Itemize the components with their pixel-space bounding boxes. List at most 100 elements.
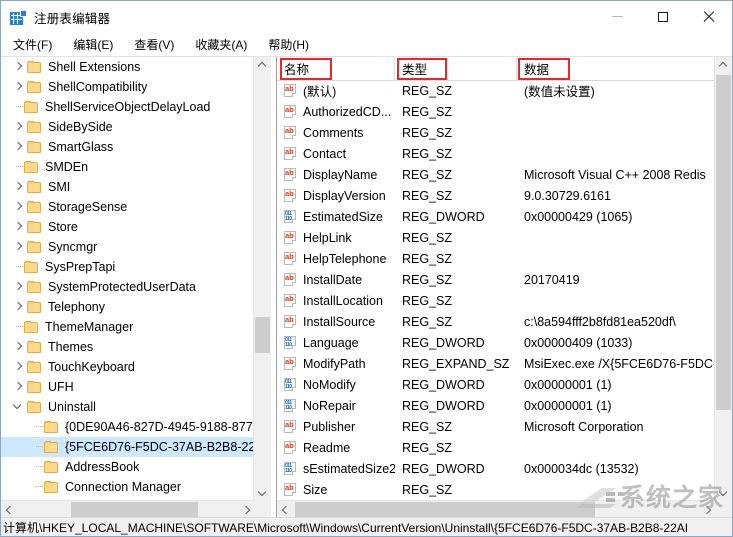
- column-header-type[interactable]: 类型: [395, 57, 517, 80]
- value-row[interactable]: 011 110 NoRepair REG_DWORD 0x00000001 (1): [277, 395, 715, 416]
- chevron-right-icon[interactable]: [11, 177, 27, 197]
- list-vertical-scrollbar[interactable]: [714, 57, 732, 501]
- status-bar: 计算机\HKEY_LOCAL_MACHINE\SOFTWARE\Microsof…: [1, 517, 732, 536]
- tree-item[interactable]: TouchKeyboard: [1, 357, 254, 377]
- tree-item[interactable]: Shell Extensions: [1, 57, 254, 77]
- tree-hscroll-thumb[interactable]: [71, 502, 198, 517]
- list-scroll-up-button[interactable]: [715, 57, 732, 74]
- tree-item[interactable]: StorageSense: [1, 197, 254, 217]
- value-name-cell: ab (默认): [277, 81, 395, 100]
- menu-file[interactable]: 文件(F): [9, 34, 63, 56]
- chevron-right-icon[interactable]: [11, 137, 27, 157]
- chevron-right-icon[interactable]: [11, 377, 27, 397]
- minimize-button[interactable]: [594, 1, 640, 32]
- value-row[interactable]: ab DisplayVersion REG_SZ 9.0.30729.6161: [277, 185, 715, 206]
- value-type: REG_DWORD: [402, 377, 485, 392]
- menu-favorites[interactable]: 收藏夹(A): [191, 34, 258, 56]
- tree-item[interactable]: SystemProtectedUserData: [1, 277, 254, 297]
- value-type: REG_SZ: [402, 314, 453, 329]
- string-value-icon: ab: [284, 357, 298, 370]
- value-row[interactable]: 011 110 Language REG_DWORD 0x00000409 (1033): [277, 332, 715, 353]
- tree-item[interactable]: UFH: [1, 377, 254, 397]
- list-scroll-left-button[interactable]: [277, 501, 294, 518]
- value-row[interactable]: ab InstallSource REG_SZ c:\8a594fff2b8fd81e…: [277, 311, 715, 332]
- tree-vertical-scrollbar[interactable]: [253, 57, 271, 501]
- list-scroll-right-button[interactable]: [698, 501, 715, 518]
- value-name: NoModify: [303, 377, 356, 392]
- value-row[interactable]: ab Publisher REG_SZ Microsoft Corporation: [277, 416, 715, 437]
- tree-item[interactable]: {5FCE6D76-F5DC-37AB-B2B8-22: [1, 437, 254, 457]
- tree-item[interactable]: Themes: [1, 337, 254, 357]
- tree-item[interactable]: Uninstall: [1, 397, 254, 417]
- tree-item[interactable]: SMI: [1, 177, 254, 197]
- tree-item[interactable]: SmartGlass: [1, 137, 254, 157]
- value-row[interactable]: ab Size REG_SZ: [277, 479, 715, 500]
- value-name: DisplayVersion: [303, 188, 386, 203]
- list-horizontal-scrollbar[interactable]: [277, 500, 715, 518]
- value-row[interactable]: ab InstallDate REG_SZ 20170419: [277, 269, 715, 290]
- value-data: 0x000034dc (13532): [524, 461, 639, 476]
- chevron-right-icon[interactable]: [11, 297, 27, 317]
- value-row[interactable]: ab Readme REG_SZ: [277, 437, 715, 458]
- chevron-right-icon[interactable]: [11, 237, 27, 257]
- menu-help[interactable]: 帮助(H): [264, 34, 320, 56]
- tree-item[interactable]: Store: [1, 217, 254, 237]
- value-row[interactable]: ab InstallLocation REG_SZ: [277, 290, 715, 311]
- tree-scroll-thumb[interactable]: [255, 317, 270, 353]
- value-row[interactable]: 011 110 NoModify REG_DWORD 0x00000001 (1): [277, 374, 715, 395]
- registry-tree[interactable]: Shell Extensions ShellCompatibility ShellS…: [1, 57, 254, 501]
- tree-item[interactable]: SMDEn: [1, 157, 254, 177]
- chevron-right-icon[interactable]: [11, 337, 27, 357]
- chevron-right-icon[interactable]: [11, 57, 27, 77]
- menu-view[interactable]: 查看(V): [130, 34, 185, 56]
- list-hscroll-thumb[interactable]: [295, 502, 595, 517]
- value-row[interactable]: ab ModifyPath REG_EXPAND_SZ MsiExec.exe /X{…: [277, 353, 715, 374]
- tree-scroll-left-button[interactable]: [1, 501, 18, 518]
- tree-scroll-up-button[interactable]: [254, 57, 271, 74]
- tree-scroll-down-button[interactable]: [254, 484, 271, 501]
- value-row[interactable]: ab Comments REG_SZ: [277, 122, 715, 143]
- tree-item[interactable]: {0DE90A46-827D-4945-9188-877: [1, 417, 254, 437]
- chevron-right-icon[interactable]: [11, 117, 27, 137]
- value-type: REG_SZ: [402, 419, 453, 434]
- tree-item[interactable]: SysPrepTapi: [1, 257, 254, 277]
- chevron-right-icon[interactable]: [11, 77, 27, 97]
- menu-edit[interactable]: 编辑(E): [69, 34, 124, 56]
- value-row[interactable]: ab AuthorizedCD... REG_SZ: [277, 101, 715, 122]
- value-data: 9.0.30729.6161: [524, 188, 611, 203]
- dword-value-icon: 011 110: [284, 399, 298, 412]
- value-row[interactable]: ab (默认) REG_SZ (数值未设置): [277, 80, 715, 101]
- value-row[interactable]: 011 110 EstimatedSize REG_DWORD 0x00000429 (…: [277, 206, 715, 227]
- tree-item[interactable]: Syncmgr: [1, 237, 254, 257]
- tree-item-label: SysPrepTapi: [45, 260, 116, 274]
- column-header-data[interactable]: 数据: [517, 57, 715, 80]
- value-row[interactable]: ab DisplayName REG_SZ Microsoft Visual C++ …: [277, 164, 715, 185]
- string-value-icon: ab: [284, 315, 298, 328]
- value-row[interactable]: ab HelpLink REG_SZ: [277, 227, 715, 248]
- value-row[interactable]: 011 110 sEstimatedSize2 REG_DWORD 0x000034dc…: [277, 458, 715, 479]
- chevron-right-icon[interactable]: [11, 217, 27, 237]
- tree-item[interactable]: SideBySide: [1, 117, 254, 137]
- tree-scrollbar-corner: [254, 501, 271, 518]
- close-button[interactable]: [686, 1, 732, 32]
- tree-item[interactable]: ShellCompatibility: [1, 77, 254, 97]
- chevron-right-icon[interactable]: [11, 277, 27, 297]
- tree-item[interactable]: ShellServiceObjectDelayLoad: [1, 97, 254, 117]
- tree-item[interactable]: ThemeManager: [1, 317, 254, 337]
- registry-values-list[interactable]: ab (默认) REG_SZ (数值未设置) ab AuthorizedCD... REG_…: [277, 80, 715, 501]
- string-value-icon: ab: [284, 273, 298, 286]
- chevron-down-icon[interactable]: [11, 397, 27, 417]
- list-scroll-thumb[interactable]: [716, 75, 731, 410]
- tree-horizontal-scrollbar[interactable]: [1, 500, 254, 518]
- tree-item[interactable]: AddressBook: [1, 457, 254, 477]
- value-row[interactable]: ab HelpTelephone REG_SZ: [277, 248, 715, 269]
- chevron-right-icon[interactable]: [11, 357, 27, 377]
- maximize-button[interactable]: [640, 1, 686, 32]
- value-row[interactable]: ab Contact REG_SZ: [277, 143, 715, 164]
- list-scroll-down-button[interactable]: [715, 484, 732, 501]
- tree-scroll-right-button[interactable]: [237, 501, 254, 518]
- chevron-right-icon[interactable]: [11, 197, 27, 217]
- tree-item[interactable]: Telephony: [1, 297, 254, 317]
- tree-item[interactable]: Connection Manager: [1, 477, 254, 497]
- column-header-name[interactable]: 名称: [277, 57, 395, 80]
